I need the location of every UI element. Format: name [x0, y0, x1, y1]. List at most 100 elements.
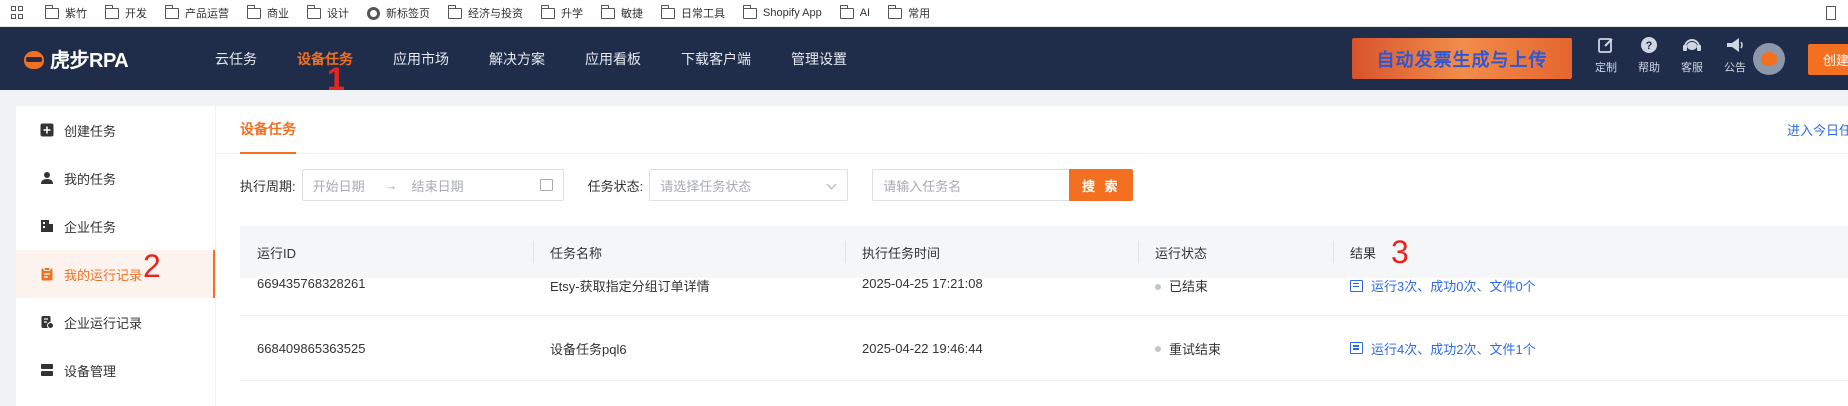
- bookmark-item[interactable]: 商业: [247, 4, 289, 21]
- header-tools: 定制 ? 帮助 客服 公告: [1586, 35, 1758, 75]
- clipboard-icon: [40, 267, 54, 281]
- start-date-input[interactable]: 开始日期: [313, 176, 365, 195]
- sidebar-item-enterprise-tasks[interactable]: 企业任务: [16, 202, 215, 250]
- folder-icon: [601, 4, 615, 19]
- tool-help[interactable]: ? 帮助: [1629, 35, 1669, 75]
- sidebar-item-my-run-records[interactable]: 我的运行记录 2: [16, 248, 215, 298]
- nav-app-dashboard[interactable]: 应用看板: [585, 27, 641, 90]
- column-header[interactable]: 任务名称: [533, 226, 845, 278]
- task-name: Etsy-获取指定分组订单详情: [550, 279, 710, 294]
- nav-download-client[interactable]: 下载客户端: [681, 27, 751, 90]
- bookmarks-bar: 紫竹 开发 产品运营 商业 设计 新标签页 经济与投资 升学 敏捷 日常工具 S…: [0, 0, 1848, 27]
- bookmark-item[interactable]: 产品运营: [165, 4, 229, 21]
- main-panel: 设备任务 进入今日任 执行周期: 开始日期 → 结束日期 任务状态: 请选择任务…: [216, 106, 1848, 406]
- sidebar: 创建任务 我的任务 企业任务 我的运行记录 2 企业运行记录 设备管理: [16, 106, 215, 406]
- edit-icon: [1596, 35, 1616, 55]
- logo-text: 虎步RPA: [50, 50, 129, 72]
- folder-icon: [839, 4, 854, 19]
- chrome-icon: [367, 6, 380, 20]
- report-icon: [1350, 279, 1363, 292]
- folder-icon: [888, 4, 903, 19]
- bookmark-item[interactable]: 新标签页: [367, 5, 430, 21]
- bookmark-item[interactable]: 升学: [541, 4, 583, 21]
- result-link[interactable]: 运行4次、成功2次、文件1个: [1333, 339, 1633, 358]
- bookmark-item[interactable]: 经济与投资: [448, 4, 523, 21]
- calendar-icon: [539, 179, 553, 191]
- reading-list-icon[interactable]: [1826, 6, 1836, 20]
- help-icon: ?: [1639, 35, 1659, 55]
- result-link[interactable]: 运行3次、成功0次、文件0个: [1333, 276, 1633, 295]
- task-name-input[interactable]: 请输入任务名: [872, 169, 1070, 201]
- tool-support[interactable]: 客服: [1672, 35, 1712, 75]
- run-id: 669435768328261: [257, 276, 366, 291]
- today-tasks-link[interactable]: 进入今日任: [1787, 120, 1848, 139]
- create-button[interactable]: 创建: [1808, 44, 1848, 75]
- status-dot-icon: [1155, 346, 1161, 353]
- column-header[interactable]: 结果 3: [1333, 226, 1633, 278]
- folder-icon: [45, 4, 59, 19]
- bookmark-item[interactable]: Shopify App: [743, 4, 822, 19]
- bookmark-item[interactable]: 紫竹: [45, 4, 87, 21]
- promo-banner[interactable]: 自动发票生成与上传: [1352, 38, 1572, 79]
- end-date-input[interactable]: 结束日期: [412, 176, 464, 195]
- avatar[interactable]: [1753, 43, 1785, 75]
- table-header: 运行ID 任务名称 执行任务时间 运行状态 结果 3: [240, 226, 1848, 278]
- table-row[interactable]: 668409865363525 设备任务pql6 2025-04-22 19:4…: [240, 316, 1848, 381]
- column-header[interactable]: 运行ID: [240, 226, 533, 278]
- nav-cloud-tasks[interactable]: 云任务: [215, 27, 257, 90]
- top-nav: 虎步RPA 云任务 设备任务 1 应用市场 解决方案 应用看板 下载客户端 管理…: [0, 27, 1848, 98]
- sidebar-item-enterprise-run-records[interactable]: 企业运行记录: [16, 298, 215, 346]
- status-dot-icon: [1155, 283, 1161, 290]
- building-icon: [40, 219, 54, 233]
- folder-icon: [165, 4, 179, 19]
- svg-text:?: ?: [1646, 40, 1653, 52]
- task-name: 设备任务pql6: [550, 341, 627, 357]
- folder-icon: [247, 4, 261, 19]
- folder-icon: [448, 4, 462, 19]
- annotation-number: 2: [143, 248, 161, 284]
- bookmark-item[interactable]: 日常工具: [661, 4, 725, 21]
- bookmark-item[interactable]: 常用: [888, 4, 930, 21]
- nav-device-tasks[interactable]: 设备任务 1: [297, 27, 353, 98]
- range-arrow: →: [384, 177, 398, 193]
- run-time: 2025-04-22 19:46:44: [862, 340, 983, 356]
- run-status: 重试结束: [1138, 339, 1333, 358]
- bookmark-item[interactable]: 开发: [105, 4, 147, 21]
- tiger-logo-icon: [22, 47, 46, 71]
- search-button[interactable]: 搜 索: [1069, 169, 1134, 201]
- bookmark-item[interactable]: 设计: [307, 4, 349, 21]
- tool-customize[interactable]: 定制: [1586, 35, 1626, 75]
- main-nav: 云任务 设备任务 1 应用市场 解决方案 应用看板 下载客户端 管理设置: [215, 27, 887, 98]
- megaphone-icon: [1725, 35, 1745, 55]
- period-label: 执行周期:: [240, 178, 296, 194]
- filter-bar: 执行周期: 开始日期 → 结束日期 任务状态: 请选择任务状态 请输入任务名 搜…: [240, 169, 1134, 201]
- status-label: 任务状态:: [587, 178, 644, 194]
- bookmark-item[interactable]: AI: [839, 4, 870, 19]
- sidebar-item-my-tasks[interactable]: 我的任务: [16, 154, 215, 202]
- sidebar-item-create-task[interactable]: 创建任务: [16, 106, 215, 154]
- annotation-number: 3: [1391, 234, 1409, 270]
- nav-solutions[interactable]: 解决方案: [489, 27, 545, 90]
- headset-icon: [1682, 35, 1702, 55]
- nav-app-market[interactable]: 应用市场: [393, 27, 449, 90]
- table-row[interactable]: 669435768328261 Etsy-获取指定分组订单详情 2025-04-…: [240, 276, 1848, 316]
- logo[interactable]: 虎步RPA: [22, 44, 192, 73]
- date-range-picker[interactable]: 开始日期 → 结束日期: [301, 169, 564, 201]
- nav-settings[interactable]: 管理设置: [791, 27, 847, 90]
- column-header[interactable]: 执行任务时间: [845, 226, 1138, 278]
- record-icon: [40, 315, 54, 329]
- tab-device-tasks[interactable]: 设备任务: [240, 106, 296, 154]
- folder-icon: [743, 4, 757, 19]
- column-header[interactable]: 运行状态: [1138, 226, 1333, 278]
- run-time: 2025-04-25 17:21:08: [862, 276, 983, 291]
- apps-grid-icon[interactable]: [11, 6, 25, 20]
- status-select[interactable]: 请选择任务状态: [649, 169, 849, 201]
- bookmark-item[interactable]: 敏捷: [601, 4, 643, 21]
- tool-announcements[interactable]: 公告: [1715, 35, 1755, 75]
- annotation-number: 1: [327, 61, 345, 97]
- server-icon: [40, 363, 54, 377]
- folder-icon: [307, 4, 321, 19]
- plus-square-icon: [40, 123, 54, 137]
- sidebar-item-device-management[interactable]: 设备管理: [16, 346, 215, 394]
- tab-bar: 设备任务 进入今日任: [216, 106, 1848, 154]
